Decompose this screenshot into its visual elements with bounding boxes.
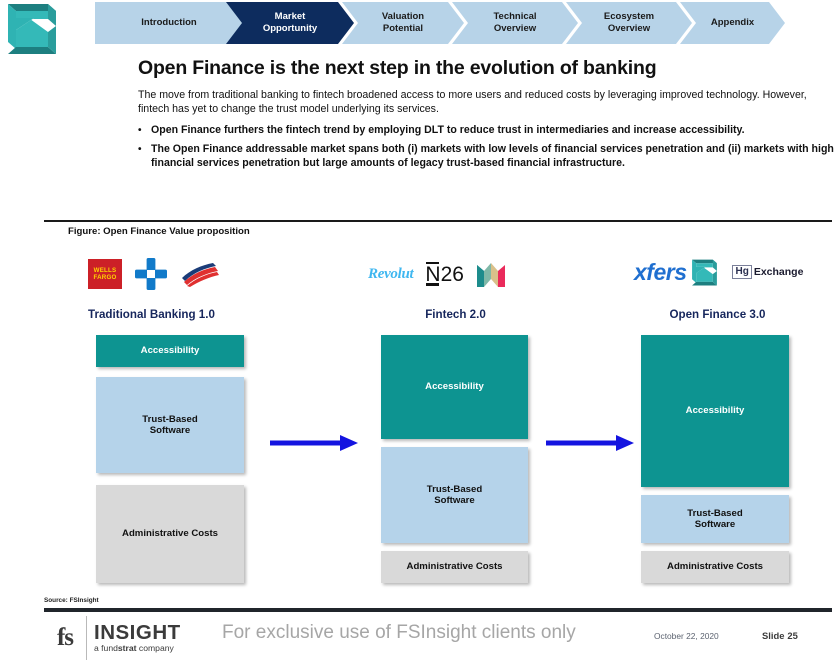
fs-monogram: fs [44,616,87,660]
column-header-fintech: Fintech 2.0 [425,308,486,321]
bullet-text: Open Finance furthers the fintech trend … [151,123,745,136]
bar-trust-based-software-col2: Trust-Based Software [381,447,528,543]
headline-block: Open Finance is the next step in the evo… [138,57,838,176]
nav-label-valuation-potential: Valuation Potential [381,11,425,34]
fs-insight-word: INSIGHT [94,620,181,644]
revolut-logo: Revolut [368,265,414,282]
wells-fargo-logo: WELLS FARGO [88,259,122,289]
flow-arrow-1-icon [270,433,360,458]
bar-accessibility-col1: Accessibility [96,335,244,367]
column-2-logo-row: Revolut N26 [368,254,506,294]
column-header-traditional-banking: Traditional Banking 1.0 [88,308,215,321]
chase-logo [134,257,168,291]
fs-wordmark: INSIGHT a fundstrat company [87,620,181,654]
nav-label-ecosystem-overview: Ecosystem Overview [603,11,655,34]
bar-administrative-costs-col3: Administrative Costs [641,551,789,583]
bar-label: Administrative Costs [667,561,763,573]
bar-label: Accessibility [685,405,745,417]
bullet-marker-icon: • [138,143,142,155]
fs-tagline: a fundstrat company [94,643,174,654]
figure-caption: Figure: Open Finance Value proposition [68,226,250,237]
column-3-logo-row: xfers Hg Exchange [634,252,803,292]
nav-item-valuation-potential[interactable]: Valuation Potential [342,2,464,44]
bullet-item: • The Open Finance addressable market sp… [138,143,838,171]
page-title: Open Finance is the next step in the evo… [138,57,657,79]
n26-logo: N26 [425,261,464,286]
bank-of-america-logo [180,261,220,287]
nav-item-introduction[interactable]: Introduction [95,2,243,44]
footer-rule [44,608,832,612]
nav-label-market-opportunity: Market Opportunity [262,11,318,34]
nav-item-technical-overview[interactable]: Technical Overview [452,2,578,44]
bar-label: Administrative Costs [122,528,218,540]
bar-administrative-costs-col1: Administrative Costs [96,485,244,583]
nav-item-market-opportunity[interactable]: Market Opportunity [226,2,354,44]
nav-item-appendix[interactable]: Appendix [680,2,785,44]
nav-item-ecosystem-overview[interactable]: Ecosystem Overview [566,2,692,44]
chevron-nav-group: Introduction Market Opportunity Valuatio… [95,2,785,44]
bullet-marker-icon: • [138,124,142,136]
bar-label: Trust-Based Software [426,483,483,507]
xfers-cube-logo [4,2,62,54]
hg-exchange-logo: Hg Exchange [732,264,804,280]
bar-trust-based-software-col3: Trust-Based Software [641,495,789,543]
hg-mark: Hg [732,264,752,280]
bar-label: Trust-Based Software [687,507,743,531]
bar-label: Trust-Based Software [142,413,198,437]
column-1-logo-row: WELLS FARGO [88,254,220,294]
bar-accessibility-col3: Accessibility [641,335,789,487]
section-divider [44,220,832,222]
slide-number: Slide 25 [762,630,798,641]
footer-date: October 22, 2020 [654,631,719,641]
bar-label: Accessibility [425,381,484,393]
nav-label-introduction: Introduction [141,17,197,29]
bar-administrative-costs-col2: Administrative Costs [381,551,528,583]
exchange-word: Exchange [753,266,804,278]
column-header-open-finance: Open Finance 3.0 [669,308,766,321]
bullet-item: • Open Finance furthers the fintech tren… [138,124,838,138]
bar-label: Accessibility [140,345,200,357]
bar-accessibility-col2: Accessibility [381,335,528,439]
footer-disclaimer: For exclusive use of FSInsight clients o… [222,622,576,643]
xfers-logo: xfers [634,257,720,287]
nav-label-technical-overview: Technical Overview [493,11,537,34]
bar-label: Administrative Costs [406,561,503,573]
bullet-text: The Open Finance addressable market span… [151,142,834,169]
top-navigation-bar: Introduction Market Opportunity Valuatio… [0,0,839,54]
fsinsight-logo: fs INSIGHT a fundstrat company [44,616,196,660]
flow-arrow-2-icon [546,433,636,458]
source-note: Source: FSInsight [44,597,99,604]
monzo-logo [476,259,506,289]
intro-paragraph: The move from traditional banking to fin… [138,89,807,115]
bar-trust-based-software-col1: Trust-Based Software [96,377,244,473]
nav-label-appendix: Appendix [710,17,755,29]
